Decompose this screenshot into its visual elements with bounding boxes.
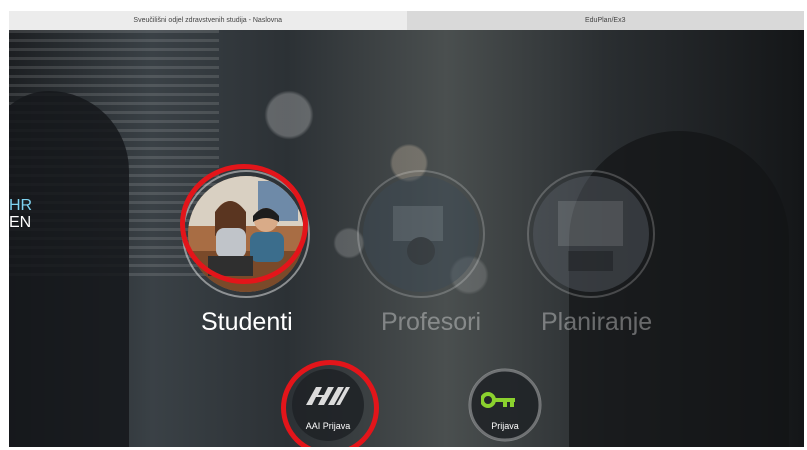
tab-naslovna[interactable]: Sveučilišni odjel zdravstvenih studija -… (9, 11, 407, 30)
portal-label-planiranje: Planiranje (541, 308, 653, 336)
language-en[interactable]: EN (9, 214, 32, 231)
key-icon (481, 392, 515, 408)
portal-label-profesori: Profesori (381, 308, 482, 336)
portal-planiranje[interactable] (527, 170, 655, 298)
portal-label-studenti: Studenti (201, 308, 293, 336)
background-silhouette-left (9, 91, 129, 447)
portal-profesori[interactable] (357, 170, 485, 298)
tab-eduplan[interactable]: EduPlan/Ex3 (407, 11, 805, 30)
planiranje-photo (533, 176, 649, 292)
prijava-button[interactable]: Prijava (468, 368, 542, 442)
tab-bar: Sveučilišni odjel zdravstvenih studija -… (9, 11, 804, 31)
browser-window: Sveučilišni odjel zdravstvenih studija -… (9, 11, 804, 447)
language-switcher: HR EN (9, 197, 32, 231)
language-hr[interactable]: HR (9, 197, 32, 214)
studenti-highlight-circle (180, 164, 308, 284)
prijava-label: Prijava (491, 421, 519, 431)
aai-highlight-circle (281, 360, 379, 447)
profesori-photo (363, 176, 479, 292)
